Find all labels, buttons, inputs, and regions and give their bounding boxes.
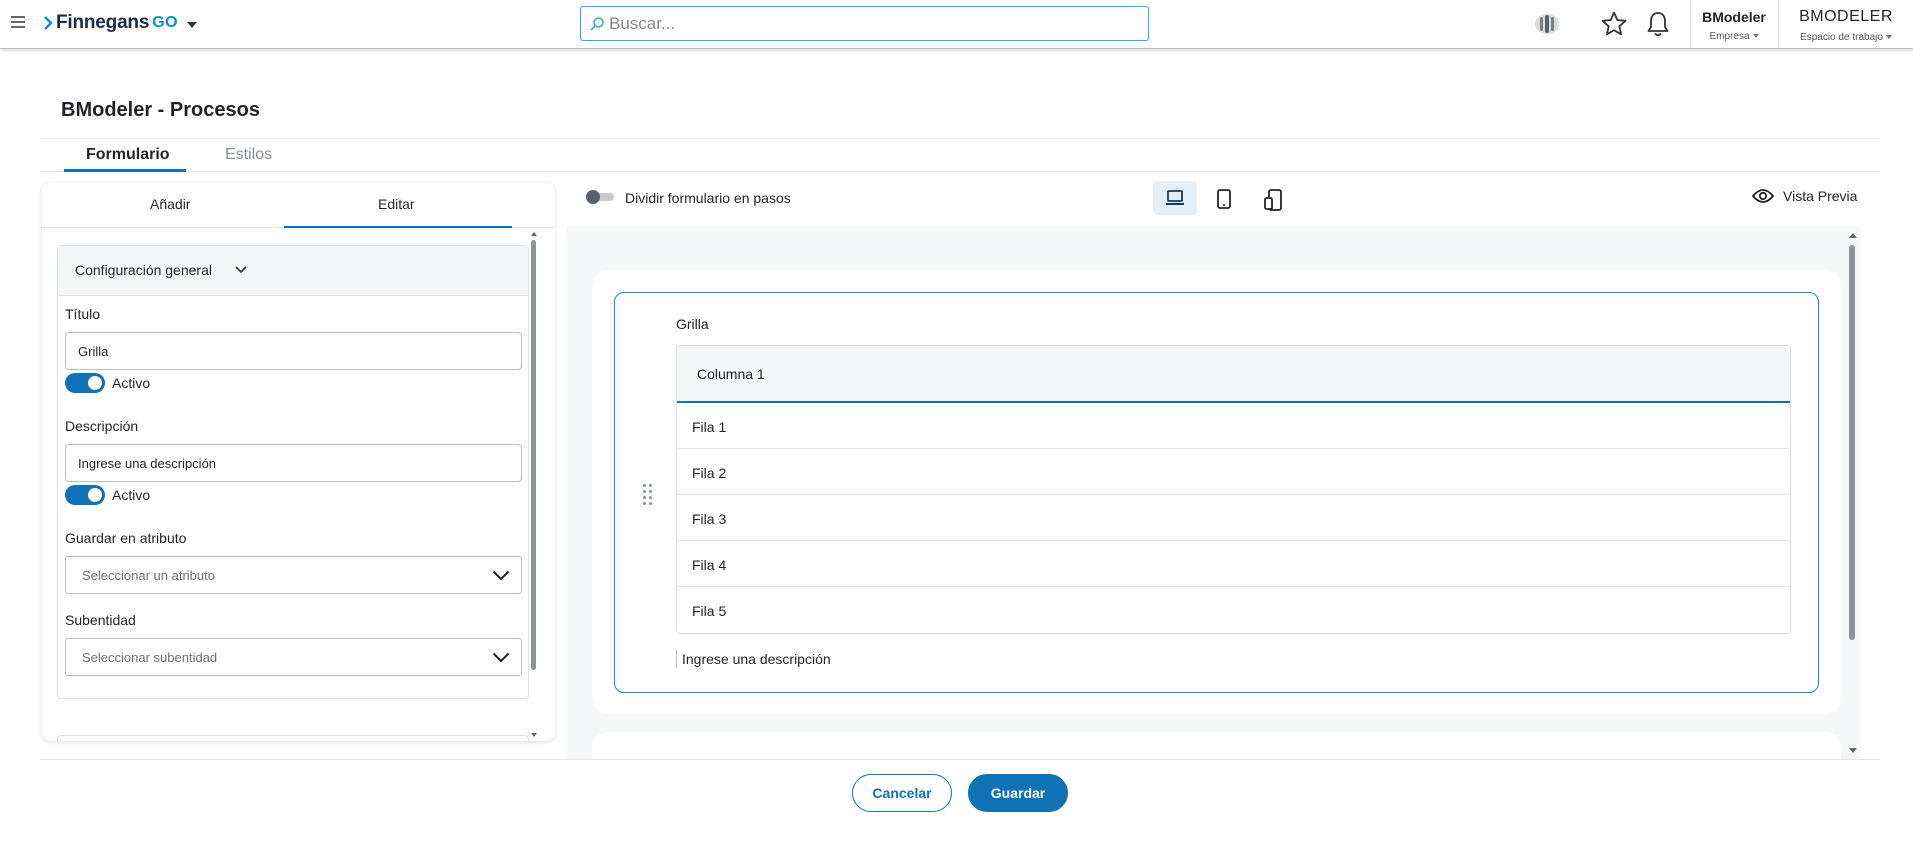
mobile-view-button[interactable] xyxy=(1251,181,1295,215)
subentity-select-placeholder: Seleccionar subentidad xyxy=(82,650,218,665)
table-cell: Fila 1 xyxy=(692,419,727,435)
drag-handle-icon[interactable] xyxy=(643,484,653,506)
table-row[interactable]: Fila 5 xyxy=(677,587,1790,633)
laptop-icon xyxy=(1166,190,1184,205)
grid-description: Ingrese una descripción xyxy=(682,651,831,667)
panel-tab-edit[interactable]: Editar xyxy=(378,196,415,212)
page-title: BModeler - Procesos xyxy=(61,99,260,121)
workspace-selector[interactable]: BMODELER Espacio de trabajo xyxy=(1778,0,1913,48)
tabs-divider xyxy=(40,171,1880,172)
eye-icon xyxy=(1752,189,1774,203)
grid-title: Grilla xyxy=(676,316,709,332)
preview-label: Vista Previa xyxy=(1783,188,1858,204)
attribute-select[interactable]: Seleccionar un atributo xyxy=(65,556,522,594)
next-form-block xyxy=(592,732,1841,759)
logo-dropdown-icon[interactable] xyxy=(187,21,198,28)
table-cell: Fila 4 xyxy=(692,557,727,573)
description-input[interactable]: Ingrese una descripción xyxy=(65,444,522,482)
workspace-dropdown-icon xyxy=(1885,35,1892,39)
company-label: Empresa xyxy=(1709,31,1750,42)
company-selector[interactable]: BModeler Empresa xyxy=(1690,0,1777,48)
table-row[interactable]: Fila 2 xyxy=(677,449,1790,495)
preview-button[interactable]: Vista Previa xyxy=(1752,188,1857,204)
workspace-name: BMODELER xyxy=(1799,8,1893,25)
split-steps-label: Dividir formulario en pasos xyxy=(625,190,791,206)
chevron-down-icon xyxy=(235,266,247,274)
favorites-star-icon[interactable] xyxy=(1600,10,1628,38)
tab-formulario[interactable]: Formulario xyxy=(86,146,170,164)
search-icon xyxy=(590,17,604,31)
tablet-icon xyxy=(1217,189,1231,209)
search-box[interactable] xyxy=(580,6,1149,41)
company-dropdown-icon xyxy=(1752,34,1759,38)
general-config-section: Configuración general Título Grilla Acti… xyxy=(57,245,529,699)
menu-icon[interactable] xyxy=(11,16,25,28)
grid-component[interactable]: Grilla Columna 1 Fila 1 Fila 2 Fila 3 Fi… xyxy=(614,292,1819,693)
canvas-scrollbar[interactable] xyxy=(1849,245,1855,640)
header-divider xyxy=(40,138,1880,139)
column-header[interactable]: Columna 1 xyxy=(697,366,765,382)
table-cell: Fila 2 xyxy=(692,465,727,481)
properties-panel: Añadir Editar Configuración general Títu… xyxy=(42,183,555,741)
logo-text: Finnegans xyxy=(56,12,150,33)
next-config-section xyxy=(57,735,529,741)
table-cell: Fila 3 xyxy=(692,511,727,527)
workspace-label: Espacio de trabajo xyxy=(1800,32,1883,43)
logo-chevron-icon xyxy=(44,16,53,30)
form-block: Grilla Columna 1 Fila 1 Fila 2 Fila 3 Fi… xyxy=(592,270,1841,714)
split-steps-toggle[interactable] xyxy=(586,190,614,204)
active-tab-indicator xyxy=(64,169,186,172)
title-input[interactable]: Grilla xyxy=(65,332,522,370)
footer-divider xyxy=(40,759,1880,760)
description-label: Descripción xyxy=(65,418,139,434)
table-header: Columna 1 xyxy=(677,346,1790,403)
scroll-down-icon[interactable] xyxy=(531,733,537,737)
logo-go-text: GO xyxy=(152,14,179,31)
table-cell: Fila 5 xyxy=(692,603,727,619)
table-row[interactable]: Fila 1 xyxy=(677,403,1790,449)
chevron-down-icon xyxy=(492,570,510,581)
description-marker xyxy=(676,650,677,668)
search-input[interactable] xyxy=(609,11,1129,37)
grid-table: Columna 1 Fila 1 Fila 2 Fila 3 Fila 4 Fi… xyxy=(676,345,1791,634)
panel-active-tab-indicator xyxy=(284,226,512,228)
description-input-value: Ingrese una descripción xyxy=(78,456,217,471)
panel-scrollbar[interactable] xyxy=(531,240,536,670)
top-bar: Finnegans GO BModeler Empresa BMODELER E… xyxy=(0,0,1913,49)
subentity-select[interactable]: Seleccionar subentidad xyxy=(65,638,522,676)
app-logo[interactable]: Finnegans GO xyxy=(43,12,198,34)
general-config-title: Configuración general xyxy=(75,262,212,278)
title-active-label: Activo xyxy=(112,375,151,391)
title-input-value: Grilla xyxy=(78,344,109,359)
scroll-down-icon[interactable] xyxy=(1849,748,1857,753)
scroll-up-icon[interactable] xyxy=(1849,233,1857,238)
table-row[interactable]: Fila 3 xyxy=(677,495,1790,541)
cancel-button[interactable]: Cancelar xyxy=(852,774,952,812)
attribute-select-placeholder: Seleccionar un atributo xyxy=(82,568,215,583)
desktop-view-button[interactable] xyxy=(1153,181,1197,215)
description-active-label: Activo xyxy=(112,487,151,503)
subentity-label: Subentidad xyxy=(65,612,136,628)
attribute-label: Guardar en atributo xyxy=(65,530,187,546)
tablet-view-button[interactable] xyxy=(1202,181,1246,215)
scroll-up-icon[interactable] xyxy=(531,232,537,236)
ai-assistant-icon[interactable] xyxy=(1533,10,1561,38)
general-config-header[interactable]: Configuración general xyxy=(58,246,528,296)
mobile-devices-icon xyxy=(1264,189,1282,211)
tab-estilos[interactable]: Estilos xyxy=(225,146,272,164)
table-row[interactable]: Fila 4 xyxy=(677,541,1790,587)
title-active-toggle[interactable] xyxy=(65,373,105,393)
notifications-bell-icon[interactable] xyxy=(1644,10,1672,38)
company-name: BModeler xyxy=(1702,9,1766,25)
save-button[interactable]: Guardar xyxy=(968,774,1068,812)
form-canvas: Grilla Columna 1 Fila 1 Fila 2 Fila 3 Fi… xyxy=(567,226,1860,759)
title-label: Título xyxy=(65,306,101,322)
description-active-toggle[interactable] xyxy=(65,485,105,505)
panel-tab-add[interactable]: Añadir xyxy=(150,196,190,212)
chevron-down-icon xyxy=(492,652,510,663)
